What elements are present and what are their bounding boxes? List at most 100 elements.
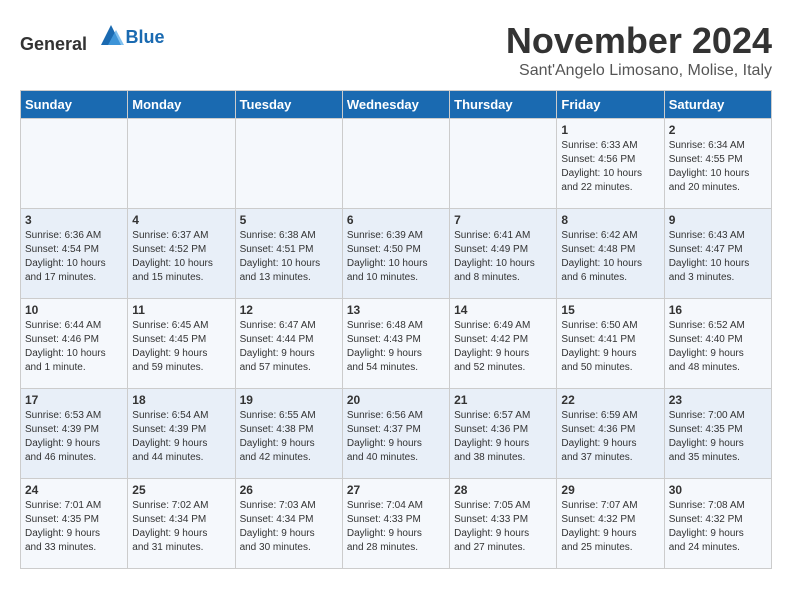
calendar-cell: 8 Sunrise: 6:42 AM Sunset: 4:48 PM Daylig… xyxy=(557,209,664,299)
day-number: 17 xyxy=(25,393,123,407)
day-number: 16 xyxy=(669,303,767,317)
day-info: Sunrise: 6:45 AM Sunset: 4:45 PM Dayligh… xyxy=(132,319,230,375)
day-number: 30 xyxy=(669,483,767,497)
logo-blue: Blue xyxy=(126,27,165,48)
day-number: 1 xyxy=(561,123,659,137)
calendar-cell: 18Sunrise: 6:54 AM Sunset: 4:39 PM Dayli… xyxy=(128,389,235,479)
day-info: Sunrise: 6:57 AM Sunset: 4:36 PM Dayligh… xyxy=(454,409,552,465)
day-info: Sunrise: 6:41 AM Sunset: 4:49 PM Dayligh… xyxy=(454,229,552,285)
day-number: 3 xyxy=(25,213,123,227)
day-number: 12 xyxy=(240,303,338,317)
day-info: Sunrise: 7:08 AM Sunset: 4:32 PM Dayligh… xyxy=(669,499,767,555)
day-info: Sunrise: 6:37 AM Sunset: 4:52 PM Dayligh… xyxy=(132,229,230,285)
calendar-cell: 10 Sunrise: 6:44 AM Sunset: 4:46 PM Dayli… xyxy=(21,299,128,389)
calendar-cell xyxy=(342,119,449,209)
calendar-cell: 22 Sunrise: 6:59 AM Sunset: 4:36 PM Dayli… xyxy=(557,389,664,479)
calendar-header-wednesday: Wednesday xyxy=(342,91,449,119)
calendar-cell: 27Sunrise: 7:04 AM Sunset: 4:33 PM Dayli… xyxy=(342,479,449,569)
day-number: 10 xyxy=(25,303,123,317)
logo: General Blue xyxy=(20,20,165,55)
logo-general: General xyxy=(20,34,87,54)
calendar-week-2: 3 Sunrise: 6:36 AM Sunset: 4:54 PM Daylig… xyxy=(21,209,772,299)
calendar-cell: 30 Sunrise: 7:08 AM Sunset: 4:32 PM Dayli… xyxy=(664,479,771,569)
calendar-cell: 2 Sunrise: 6:34 AM Sunset: 4:55 PM Daylig… xyxy=(664,119,771,209)
day-number: 7 xyxy=(454,213,552,227)
calendar-cell: 15Sunrise: 6:50 AM Sunset: 4:41 PM Dayli… xyxy=(557,299,664,389)
calendar-header-tuesday: Tuesday xyxy=(235,91,342,119)
day-number: 22 xyxy=(561,393,659,407)
day-info: Sunrise: 6:56 AM Sunset: 4:37 PM Dayligh… xyxy=(347,409,445,465)
day-info: Sunrise: 7:00 AM Sunset: 4:35 PM Dayligh… xyxy=(669,409,767,465)
day-info: Sunrise: 6:38 AM Sunset: 4:51 PM Dayligh… xyxy=(240,229,338,285)
calendar-cell: 5 Sunrise: 6:38 AM Sunset: 4:51 PM Daylig… xyxy=(235,209,342,299)
calendar-header-row: SundayMondayTuesdayWednesdayThursdayFrid… xyxy=(21,91,772,119)
calendar-cell: 20 Sunrise: 6:56 AM Sunset: 4:37 PM Dayli… xyxy=(342,389,449,479)
day-info: Sunrise: 6:59 AM Sunset: 4:36 PM Dayligh… xyxy=(561,409,659,465)
calendar-cell: 7 Sunrise: 6:41 AM Sunset: 4:49 PM Daylig… xyxy=(450,209,557,299)
day-number: 24 xyxy=(25,483,123,497)
day-info: Sunrise: 7:07 AM Sunset: 4:32 PM Dayligh… xyxy=(561,499,659,555)
day-info: Sunrise: 7:02 AM Sunset: 4:34 PM Dayligh… xyxy=(132,499,230,555)
day-info: Sunrise: 6:44 AM Sunset: 4:46 PM Dayligh… xyxy=(25,319,123,375)
calendar-cell: 29 Sunrise: 7:07 AM Sunset: 4:32 PM Dayli… xyxy=(557,479,664,569)
day-info: Sunrise: 6:39 AM Sunset: 4:50 PM Dayligh… xyxy=(347,229,445,285)
day-number: 9 xyxy=(669,213,767,227)
calendar-week-1: 1 Sunrise: 6:33 AM Sunset: 4:56 PM Daylig… xyxy=(21,119,772,209)
calendar-cell: 24 Sunrise: 7:01 AM Sunset: 4:35 PM Dayli… xyxy=(21,479,128,569)
day-number: 25 xyxy=(132,483,230,497)
calendar-cell: 3 Sunrise: 6:36 AM Sunset: 4:54 PM Daylig… xyxy=(21,209,128,299)
day-info: Sunrise: 6:36 AM Sunset: 4:54 PM Dayligh… xyxy=(25,229,123,285)
day-number: 19 xyxy=(240,393,338,407)
calendar-header-friday: Friday xyxy=(557,91,664,119)
calendar-cell xyxy=(128,119,235,209)
day-number: 27 xyxy=(347,483,445,497)
day-info: Sunrise: 6:54 AM Sunset: 4:39 PM Dayligh… xyxy=(132,409,230,465)
calendar-cell xyxy=(235,119,342,209)
day-info: Sunrise: 7:03 AM Sunset: 4:34 PM Dayligh… xyxy=(240,499,338,555)
day-number: 21 xyxy=(454,393,552,407)
day-number: 4 xyxy=(132,213,230,227)
calendar-cell: 28 Sunrise: 7:05 AM Sunset: 4:33 PM Dayli… xyxy=(450,479,557,569)
day-number: 5 xyxy=(240,213,338,227)
calendar-header-monday: Monday xyxy=(128,91,235,119)
day-info: Sunrise: 6:34 AM Sunset: 4:55 PM Dayligh… xyxy=(669,139,767,195)
day-info: Sunrise: 7:01 AM Sunset: 4:35 PM Dayligh… xyxy=(25,499,123,555)
day-number: 8 xyxy=(561,213,659,227)
calendar-week-4: 17Sunrise: 6:53 AM Sunset: 4:39 PM Dayli… xyxy=(21,389,772,479)
calendar-cell xyxy=(21,119,128,209)
day-info: Sunrise: 6:33 AM Sunset: 4:56 PM Dayligh… xyxy=(561,139,659,195)
calendar-cell: 19 Sunrise: 6:55 AM Sunset: 4:38 PM Dayli… xyxy=(235,389,342,479)
day-number: 15 xyxy=(561,303,659,317)
day-info: Sunrise: 6:43 AM Sunset: 4:47 PM Dayligh… xyxy=(669,229,767,285)
day-info: Sunrise: 7:05 AM Sunset: 4:33 PM Dayligh… xyxy=(454,499,552,555)
day-number: 20 xyxy=(347,393,445,407)
calendar-cell: 14Sunrise: 6:49 AM Sunset: 4:42 PM Dayli… xyxy=(450,299,557,389)
day-number: 2 xyxy=(669,123,767,137)
day-number: 28 xyxy=(454,483,552,497)
calendar-header-thursday: Thursday xyxy=(450,91,557,119)
day-info: Sunrise: 6:42 AM Sunset: 4:48 PM Dayligh… xyxy=(561,229,659,285)
day-number: 26 xyxy=(240,483,338,497)
day-number: 29 xyxy=(561,483,659,497)
calendar-cell: 17Sunrise: 6:53 AM Sunset: 4:39 PM Dayli… xyxy=(21,389,128,479)
month-title: November 2024 xyxy=(506,20,772,62)
day-number: 13 xyxy=(347,303,445,317)
logo-icon xyxy=(96,20,126,50)
day-info: Sunrise: 6:55 AM Sunset: 4:38 PM Dayligh… xyxy=(240,409,338,465)
calendar-week-3: 10 Sunrise: 6:44 AM Sunset: 4:46 PM Dayli… xyxy=(21,299,772,389)
day-info: Sunrise: 6:48 AM Sunset: 4:43 PM Dayligh… xyxy=(347,319,445,375)
title-area: November 2024 Sant'Angelo Limosano, Moli… xyxy=(506,20,772,80)
calendar-cell: 4 Sunrise: 6:37 AM Sunset: 4:52 PM Daylig… xyxy=(128,209,235,299)
calendar-cell: 26 Sunrise: 7:03 AM Sunset: 4:34 PM Dayli… xyxy=(235,479,342,569)
day-number: 23 xyxy=(669,393,767,407)
calendar-cell: 12Sunrise: 6:47 AM Sunset: 4:44 PM Dayli… xyxy=(235,299,342,389)
calendar-table: SundayMondayTuesdayWednesdayThursdayFrid… xyxy=(20,90,772,569)
day-info: Sunrise: 6:49 AM Sunset: 4:42 PM Dayligh… xyxy=(454,319,552,375)
calendar-header-sunday: Sunday xyxy=(21,91,128,119)
day-info: Sunrise: 6:52 AM Sunset: 4:40 PM Dayligh… xyxy=(669,319,767,375)
calendar-cell: 25 Sunrise: 7:02 AM Sunset: 4:34 PM Dayli… xyxy=(128,479,235,569)
calendar-cell: 1 Sunrise: 6:33 AM Sunset: 4:56 PM Daylig… xyxy=(557,119,664,209)
day-number: 11 xyxy=(132,303,230,317)
calendar-cell xyxy=(450,119,557,209)
calendar-cell: 11 Sunrise: 6:45 AM Sunset: 4:45 PM Dayli… xyxy=(128,299,235,389)
